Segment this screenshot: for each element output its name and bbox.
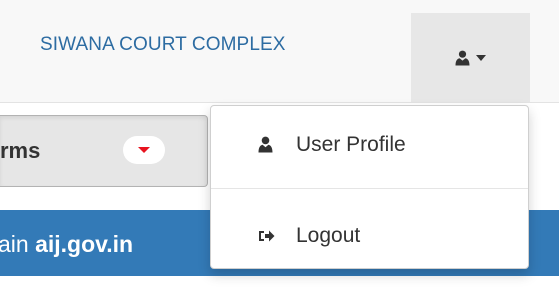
forms-dropdown-button[interactable]: rms xyxy=(0,115,208,187)
user-icon xyxy=(455,50,470,66)
sign-out-icon xyxy=(258,226,275,250)
banner-text: ain aij.gov.in xyxy=(0,231,133,258)
forms-caret-badge xyxy=(123,136,165,164)
menu-item-logout[interactable]: Logout xyxy=(211,216,528,256)
top-navbar: SIWANA COURT COMPLEX xyxy=(0,0,559,102)
user-icon xyxy=(258,135,273,159)
forms-button-label: rms xyxy=(0,138,41,163)
caret-down-icon xyxy=(138,147,150,153)
menu-item-user-profile[interactable]: User Profile xyxy=(211,125,528,165)
banner-prefix: ain xyxy=(0,231,36,257)
user-dropdown-menu: User Profile Logout xyxy=(210,105,529,269)
banner-domain[interactable]: aij.gov.in xyxy=(35,231,133,257)
menu-divider xyxy=(211,188,528,189)
logout-label: Logout xyxy=(296,224,361,247)
user-profile-label: User Profile xyxy=(296,133,406,156)
caret-down-icon xyxy=(476,54,486,61)
user-menu-toggle[interactable] xyxy=(411,13,530,102)
court-complex-title[interactable]: SIWANA COURT COMPLEX xyxy=(40,34,286,56)
